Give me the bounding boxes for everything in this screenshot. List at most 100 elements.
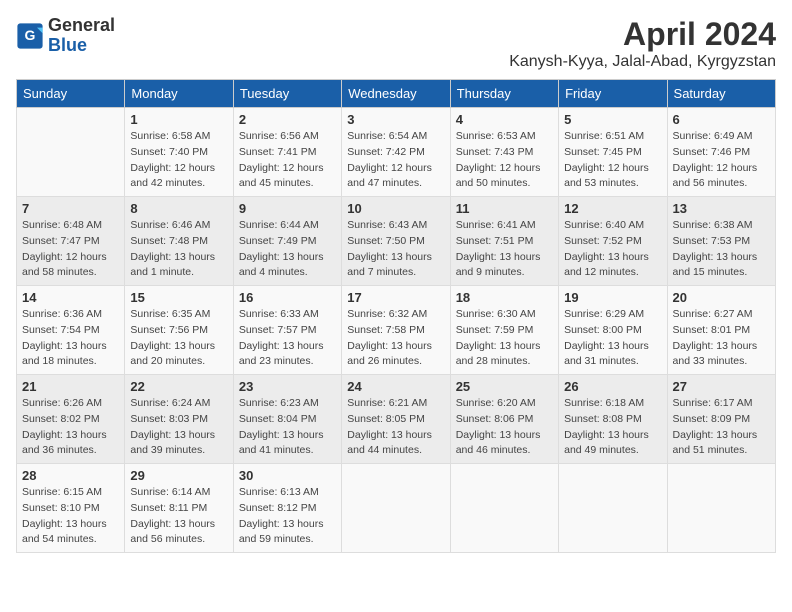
- day-info: Sunrise: 6:27 AM Sunset: 8:01 PM Dayligh…: [673, 307, 770, 370]
- calendar-cell: 12 Sunrise: 6:40 AM Sunset: 7:52 PM Dayli…: [559, 197, 667, 286]
- calendar-cell: 10 Sunrise: 6:43 AM Sunset: 7:50 PM Dayli…: [342, 197, 450, 286]
- calendar-cell: [559, 464, 667, 553]
- calendar-cell: 13Sunrise: 6:38 AM Sunset: 7:53 PM Dayli…: [667, 197, 775, 286]
- day-info: Sunrise: 6:23 AM Sunset: 8:04 PM Dayligh…: [239, 396, 336, 459]
- weekday-header-thursday: Thursday: [450, 80, 558, 108]
- day-info: Sunrise: 6:13 AM Sunset: 8:12 PM Dayligh…: [239, 485, 336, 548]
- calendar-cell: 18 Sunrise: 6:30 AM Sunset: 7:59 PM Dayli…: [450, 286, 558, 375]
- calendar-cell: [450, 464, 558, 553]
- day-number: 27: [673, 379, 770, 394]
- day-number: 5: [564, 112, 661, 127]
- logo-blue: Blue: [48, 35, 87, 55]
- day-number: 15: [130, 290, 227, 305]
- day-info: Sunrise: 6:51 AM Sunset: 7:45 PM Dayligh…: [564, 129, 661, 192]
- day-info: Sunrise: 6:36 AM Sunset: 7:54 PM Dayligh…: [22, 307, 119, 370]
- day-info: Sunrise: 6:26 AM Sunset: 8:02 PM Dayligh…: [22, 396, 119, 459]
- day-info: Sunrise: 6:32 AM Sunset: 7:58 PM Dayligh…: [347, 307, 444, 370]
- day-number: 4: [456, 112, 553, 127]
- calendar-cell: 25Sunrise: 6:20 AM Sunset: 8:06 PM Dayli…: [450, 375, 558, 464]
- day-info: Sunrise: 6:30 AM Sunset: 7:59 PM Dayligh…: [456, 307, 553, 370]
- calendar-cell: 4Sunrise: 6:53 AM Sunset: 7:43 PM Daylig…: [450, 108, 558, 197]
- calendar-cell: 16 Sunrise: 6:33 AM Sunset: 7:57 PM Dayli…: [233, 286, 341, 375]
- title-block: April 2024 Kanysh-Kyya, Jalal-Abad, Kyrg…: [509, 16, 776, 71]
- calendar-cell: 26 Sunrise: 6:18 AM Sunset: 8:08 PM Dayli…: [559, 375, 667, 464]
- day-number: 24: [347, 379, 444, 394]
- calendar-cell: 24 Sunrise: 6:21 AM Sunset: 8:05 PM Dayli…: [342, 375, 450, 464]
- calendar-week-row: 1 Sunrise: 6:58 AM Sunset: 7:40 PM Daylig…: [17, 108, 776, 197]
- day-info: Sunrise: 6:49 AM Sunset: 7:46 PM Dayligh…: [673, 129, 770, 192]
- day-number: 13: [673, 201, 770, 216]
- calendar-table: SundayMondayTuesdayWednesdayThursdayFrid…: [16, 79, 776, 553]
- logo-icon: G: [16, 22, 44, 50]
- logo-general: General: [48, 15, 115, 35]
- calendar-cell: 3 Sunrise: 6:54 AM Sunset: 7:42 PM Daylig…: [342, 108, 450, 197]
- calendar-cell: [17, 108, 125, 197]
- calendar-cell: 22 Sunrise: 6:24 AM Sunset: 8:03 PM Dayli…: [125, 375, 233, 464]
- calendar-cell: 1 Sunrise: 6:58 AM Sunset: 7:40 PM Daylig…: [125, 108, 233, 197]
- day-info: Sunrise: 6:43 AM Sunset: 7:50 PM Dayligh…: [347, 218, 444, 281]
- weekday-header-row: SundayMondayTuesdayWednesdayThursdayFrid…: [17, 80, 776, 108]
- day-info: Sunrise: 6:58 AM Sunset: 7:40 PM Dayligh…: [130, 129, 227, 192]
- day-info: Sunrise: 6:14 AM Sunset: 8:11 PM Dayligh…: [130, 485, 227, 548]
- day-info: Sunrise: 6:44 AM Sunset: 7:49 PM Dayligh…: [239, 218, 336, 281]
- day-number: 2: [239, 112, 336, 127]
- day-number: 11: [456, 201, 553, 216]
- weekday-header-monday: Monday: [125, 80, 233, 108]
- day-number: 14: [22, 290, 119, 305]
- day-number: 12: [564, 201, 661, 216]
- day-info: Sunrise: 6:56 AM Sunset: 7:41 PM Dayligh…: [239, 129, 336, 192]
- day-info: Sunrise: 6:54 AM Sunset: 7:42 PM Dayligh…: [347, 129, 444, 192]
- day-info: Sunrise: 6:33 AM Sunset: 7:57 PM Dayligh…: [239, 307, 336, 370]
- calendar-cell: 15Sunrise: 6:35 AM Sunset: 7:56 PM Dayli…: [125, 286, 233, 375]
- month-title: April 2024: [509, 16, 776, 53]
- calendar-cell: 19Sunrise: 6:29 AM Sunset: 8:00 PM Dayli…: [559, 286, 667, 375]
- day-info: Sunrise: 6:29 AM Sunset: 8:00 PM Dayligh…: [564, 307, 661, 370]
- calendar-cell: 27 Sunrise: 6:17 AM Sunset: 8:09 PM Dayli…: [667, 375, 775, 464]
- day-number: 16: [239, 290, 336, 305]
- day-info: Sunrise: 6:21 AM Sunset: 8:05 PM Dayligh…: [347, 396, 444, 459]
- calendar-cell: 9 Sunrise: 6:44 AM Sunset: 7:49 PM Daylig…: [233, 197, 341, 286]
- calendar-cell: 23 Sunrise: 6:23 AM Sunset: 8:04 PM Dayli…: [233, 375, 341, 464]
- day-info: Sunrise: 6:40 AM Sunset: 7:52 PM Dayligh…: [564, 218, 661, 281]
- logo: G General Blue: [16, 16, 115, 56]
- calendar-cell: [667, 464, 775, 553]
- calendar-cell: 30Sunrise: 6:13 AM Sunset: 8:12 PM Dayli…: [233, 464, 341, 553]
- day-number: 22: [130, 379, 227, 394]
- calendar-cell: 6Sunrise: 6:49 AM Sunset: 7:46 PM Daylig…: [667, 108, 775, 197]
- calendar-cell: 7Sunrise: 6:48 AM Sunset: 7:47 PM Daylig…: [17, 197, 125, 286]
- day-number: 8: [130, 201, 227, 216]
- page-header: G General Blue April 2024 Kanysh-Kyya, J…: [16, 16, 776, 71]
- day-number: 1: [130, 112, 227, 127]
- day-number: 29: [130, 468, 227, 483]
- day-info: Sunrise: 6:15 AM Sunset: 8:10 PM Dayligh…: [22, 485, 119, 548]
- day-number: 10: [347, 201, 444, 216]
- day-number: 28: [22, 468, 119, 483]
- weekday-header-friday: Friday: [559, 80, 667, 108]
- day-number: 23: [239, 379, 336, 394]
- day-number: 26: [564, 379, 661, 394]
- calendar-cell: 11Sunrise: 6:41 AM Sunset: 7:51 PM Dayli…: [450, 197, 558, 286]
- weekday-header-sunday: Sunday: [17, 80, 125, 108]
- day-info: Sunrise: 6:48 AM Sunset: 7:47 PM Dayligh…: [22, 218, 119, 281]
- day-number: 21: [22, 379, 119, 394]
- calendar-cell: 5 Sunrise: 6:51 AM Sunset: 7:45 PM Daylig…: [559, 108, 667, 197]
- day-number: 9: [239, 201, 336, 216]
- calendar-cell: 8 Sunrise: 6:46 AM Sunset: 7:48 PM Daylig…: [125, 197, 233, 286]
- calendar-cell: 14 Sunrise: 6:36 AM Sunset: 7:54 PM Dayli…: [17, 286, 125, 375]
- calendar-cell: [342, 464, 450, 553]
- calendar-cell: 28 Sunrise: 6:15 AM Sunset: 8:10 PM Dayli…: [17, 464, 125, 553]
- day-info: Sunrise: 6:46 AM Sunset: 7:48 PM Dayligh…: [130, 218, 227, 281]
- day-info: Sunrise: 6:24 AM Sunset: 8:03 PM Dayligh…: [130, 396, 227, 459]
- day-info: Sunrise: 6:17 AM Sunset: 8:09 PM Dayligh…: [673, 396, 770, 459]
- day-info: Sunrise: 6:20 AM Sunset: 8:06 PM Dayligh…: [456, 396, 553, 459]
- day-number: 3: [347, 112, 444, 127]
- calendar-cell: 20Sunrise: 6:27 AM Sunset: 8:01 PM Dayli…: [667, 286, 775, 375]
- logo-text: General Blue: [48, 16, 115, 56]
- calendar-week-row: 21 Sunrise: 6:26 AM Sunset: 8:02 PM Dayli…: [17, 375, 776, 464]
- day-number: 18: [456, 290, 553, 305]
- weekday-header-tuesday: Tuesday: [233, 80, 341, 108]
- weekday-header-wednesday: Wednesday: [342, 80, 450, 108]
- calendar-week-row: 28 Sunrise: 6:15 AM Sunset: 8:10 PM Dayli…: [17, 464, 776, 553]
- day-info: Sunrise: 6:18 AM Sunset: 8:08 PM Dayligh…: [564, 396, 661, 459]
- calendar-cell: 29 Sunrise: 6:14 AM Sunset: 8:11 PM Dayli…: [125, 464, 233, 553]
